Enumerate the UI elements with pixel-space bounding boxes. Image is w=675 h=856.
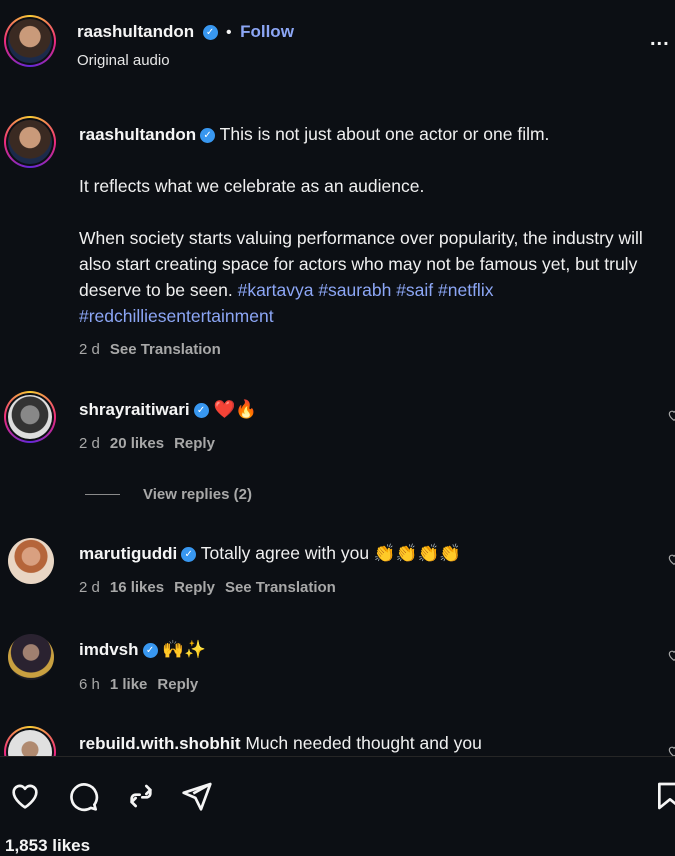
comment-text: ❤️🔥 [213, 399, 258, 419]
comment-like-icon[interactable] [667, 552, 675, 571]
comment-partial: rebuild.with.shobhit Much needed thought… [0, 722, 675, 756]
caption-avatar[interactable] [4, 116, 56, 168]
comment-username[interactable]: marutiguddi [79, 544, 177, 563]
caption-time: 2 d [79, 341, 100, 358]
comment-icon[interactable] [66, 780, 100, 817]
verified-badge-icon: ✓ [200, 128, 216, 143]
replies-divider [85, 494, 120, 495]
actions-divider [0, 756, 675, 757]
comment-avatar[interactable] [4, 391, 56, 443]
comment-likes[interactable]: 16 likes [110, 579, 164, 596]
comment-text: Much needed thought and you [245, 733, 482, 753]
comment-username[interactable]: imdvsh [79, 640, 139, 659]
see-translation-button[interactable]: See Translation [225, 579, 336, 596]
caption-username[interactable]: raashultandon [79, 125, 196, 144]
verified-badge-icon: ✓ [181, 547, 197, 562]
view-replies-button[interactable]: View replies (2) [143, 486, 252, 503]
author-avatar[interactable] [4, 15, 56, 67]
bookmark-icon[interactable] [653, 780, 675, 817]
comment-time: 2 d [79, 579, 100, 596]
caption-paragraph-2: It reflects what we celebrate as an audi… [79, 176, 425, 196]
reply-button[interactable]: Reply [174, 579, 215, 596]
comment-likes[interactable]: 1 like [110, 676, 148, 693]
heart-icon[interactable] [8, 780, 42, 817]
caption-hashtags-1[interactable]: #kartavya #saurabh [238, 280, 392, 300]
verified-badge-icon: ✓ [202, 25, 218, 40]
comment-avatar[interactable] [8, 634, 54, 680]
comment-avatar[interactable] [8, 538, 54, 584]
comment-likes[interactable]: 20 likes [110, 435, 164, 452]
send-icon[interactable] [180, 780, 214, 817]
comment-text: Totally agree with you 👏👏👏👏 [200, 543, 462, 563]
audio-label[interactable]: Original audio [77, 52, 170, 69]
comment-username[interactable]: rebuild.with.shobhit [79, 734, 240, 753]
likes-count[interactable]: 1,853 likes [5, 836, 90, 856]
more-options-icon[interactable]: ... [650, 28, 670, 51]
reply-button[interactable]: Reply [174, 435, 215, 452]
comment-like-icon[interactable] [667, 744, 675, 756]
author-username[interactable]: raashultandon [77, 22, 194, 41]
separator-dot: • [226, 24, 232, 41]
verified-badge-icon: ✓ [193, 403, 209, 418]
follow-button[interactable]: Follow [240, 22, 294, 41]
repost-icon[interactable] [124, 780, 158, 817]
comment-time: 6 h [79, 676, 100, 693]
verified-badge-icon: ✓ [142, 643, 158, 658]
comment-text: 🙌✨ [162, 639, 206, 659]
comment-like-icon[interactable] [667, 408, 675, 427]
caption-line1: This is not just about one actor or one … [219, 124, 550, 144]
comment-time: 2 d [79, 435, 100, 452]
see-translation-button[interactable]: See Translation [110, 341, 221, 358]
reply-button[interactable]: Reply [157, 676, 198, 693]
comment-like-icon[interactable] [667, 648, 675, 667]
comment-avatar[interactable] [4, 726, 56, 756]
comment-username[interactable]: shrayraitiwari [79, 400, 190, 419]
